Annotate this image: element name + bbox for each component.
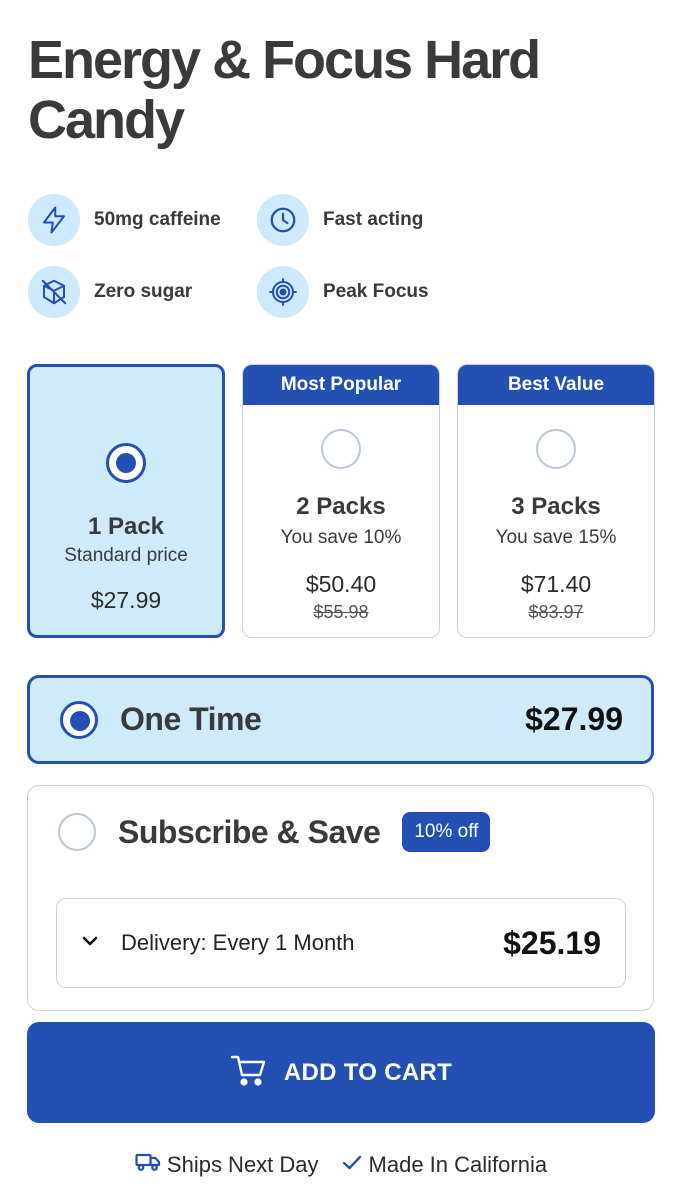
target-icon bbox=[257, 266, 309, 318]
no-sugar-cube-icon bbox=[28, 266, 80, 318]
feature-label: Peak Focus bbox=[323, 281, 429, 302]
subscribe-radio[interactable] bbox=[58, 813, 96, 851]
checkmark-icon bbox=[341, 1152, 369, 1178]
one-time-radio[interactable] bbox=[60, 700, 98, 739]
shipping-text: Ships Next Day bbox=[166, 1152, 319, 1177]
pack-name: 1 Pack bbox=[87, 513, 165, 540]
feature-fast-acting: Fast acting bbox=[257, 194, 423, 246]
clock-icon bbox=[257, 194, 309, 246]
pack-radio[interactable] bbox=[536, 429, 576, 469]
ships-next-day: Ships Next Day bbox=[135, 1152, 319, 1178]
add-to-cart-label: ADD TO CART bbox=[283, 1058, 453, 1086]
subscribe-label: Subscribe & Save bbox=[118, 813, 381, 850]
feature-label: Zero sugar bbox=[94, 281, 193, 302]
chevron-down-icon bbox=[81, 934, 99, 952]
pack-old-price: $55.98 bbox=[313, 602, 369, 622]
pack-name: 2 Packs bbox=[296, 493, 386, 520]
trust-badges: Ships Next Day Made In California bbox=[0, 1152, 682, 1178]
discount-badge: 10% off bbox=[402, 812, 491, 852]
pack-name: 3 Packs bbox=[511, 493, 601, 520]
best-value-tag: Best Value bbox=[458, 365, 654, 405]
feature-label: 50mg caffeine bbox=[94, 209, 221, 230]
subscribe-option[interactable]: Subscribe & Save 10% off Delivery: Every… bbox=[27, 785, 654, 1011]
pack-radio-selected[interactable] bbox=[106, 443, 146, 483]
lightning-icon bbox=[28, 194, 80, 246]
origin-text: Made In California bbox=[368, 1152, 548, 1177]
feature-caffeine: 50mg caffeine bbox=[28, 194, 221, 246]
delivery-frequency-select[interactable]: Delivery: Every 1 Month $25.19 bbox=[56, 898, 626, 988]
pack-subtitle: You save 10% bbox=[280, 527, 402, 548]
delivery-label: Delivery: Every 1 Month bbox=[121, 930, 355, 955]
pack-radio[interactable] bbox=[321, 429, 361, 469]
feature-label: Fast acting bbox=[323, 209, 424, 230]
pack-price: $50.40 bbox=[305, 571, 377, 597]
one-time-price: $27.99 bbox=[525, 701, 623, 737]
one-time-label: One Time bbox=[120, 701, 262, 737]
pack-price: $71.40 bbox=[520, 571, 592, 597]
pack-old-price: $83.97 bbox=[528, 602, 584, 622]
feature-zero-sugar: Zero sugar bbox=[28, 266, 192, 318]
pack-subtitle: Standard price bbox=[64, 545, 188, 566]
pack-option-2[interactable]: Most Popular 2 Packs You save 10% $50.40… bbox=[242, 364, 440, 638]
one-time-option[interactable]: One Time $27.99 bbox=[27, 675, 654, 764]
cart-icon bbox=[230, 1053, 268, 1092]
most-popular-tag: Most Popular bbox=[243, 365, 439, 405]
pack-subtitle: You save 15% bbox=[495, 527, 617, 548]
subscribe-price: $25.19 bbox=[503, 924, 601, 961]
pack-option-3[interactable]: Best Value 3 Packs You save 15% $71.40 $… bbox=[457, 364, 655, 638]
feature-peak-focus: Peak Focus bbox=[257, 266, 429, 318]
pack-option-1[interactable]: 1 Pack Standard price $27.99 bbox=[27, 364, 225, 638]
made-in-california: Made In California bbox=[341, 1152, 548, 1178]
pack-price: $27.99 bbox=[90, 587, 162, 613]
product-title: Energy & Focus Hard Candy bbox=[28, 30, 541, 150]
add-to-cart-button[interactable]: ADD TO CART bbox=[27, 1022, 655, 1123]
truck-icon bbox=[135, 1152, 167, 1178]
